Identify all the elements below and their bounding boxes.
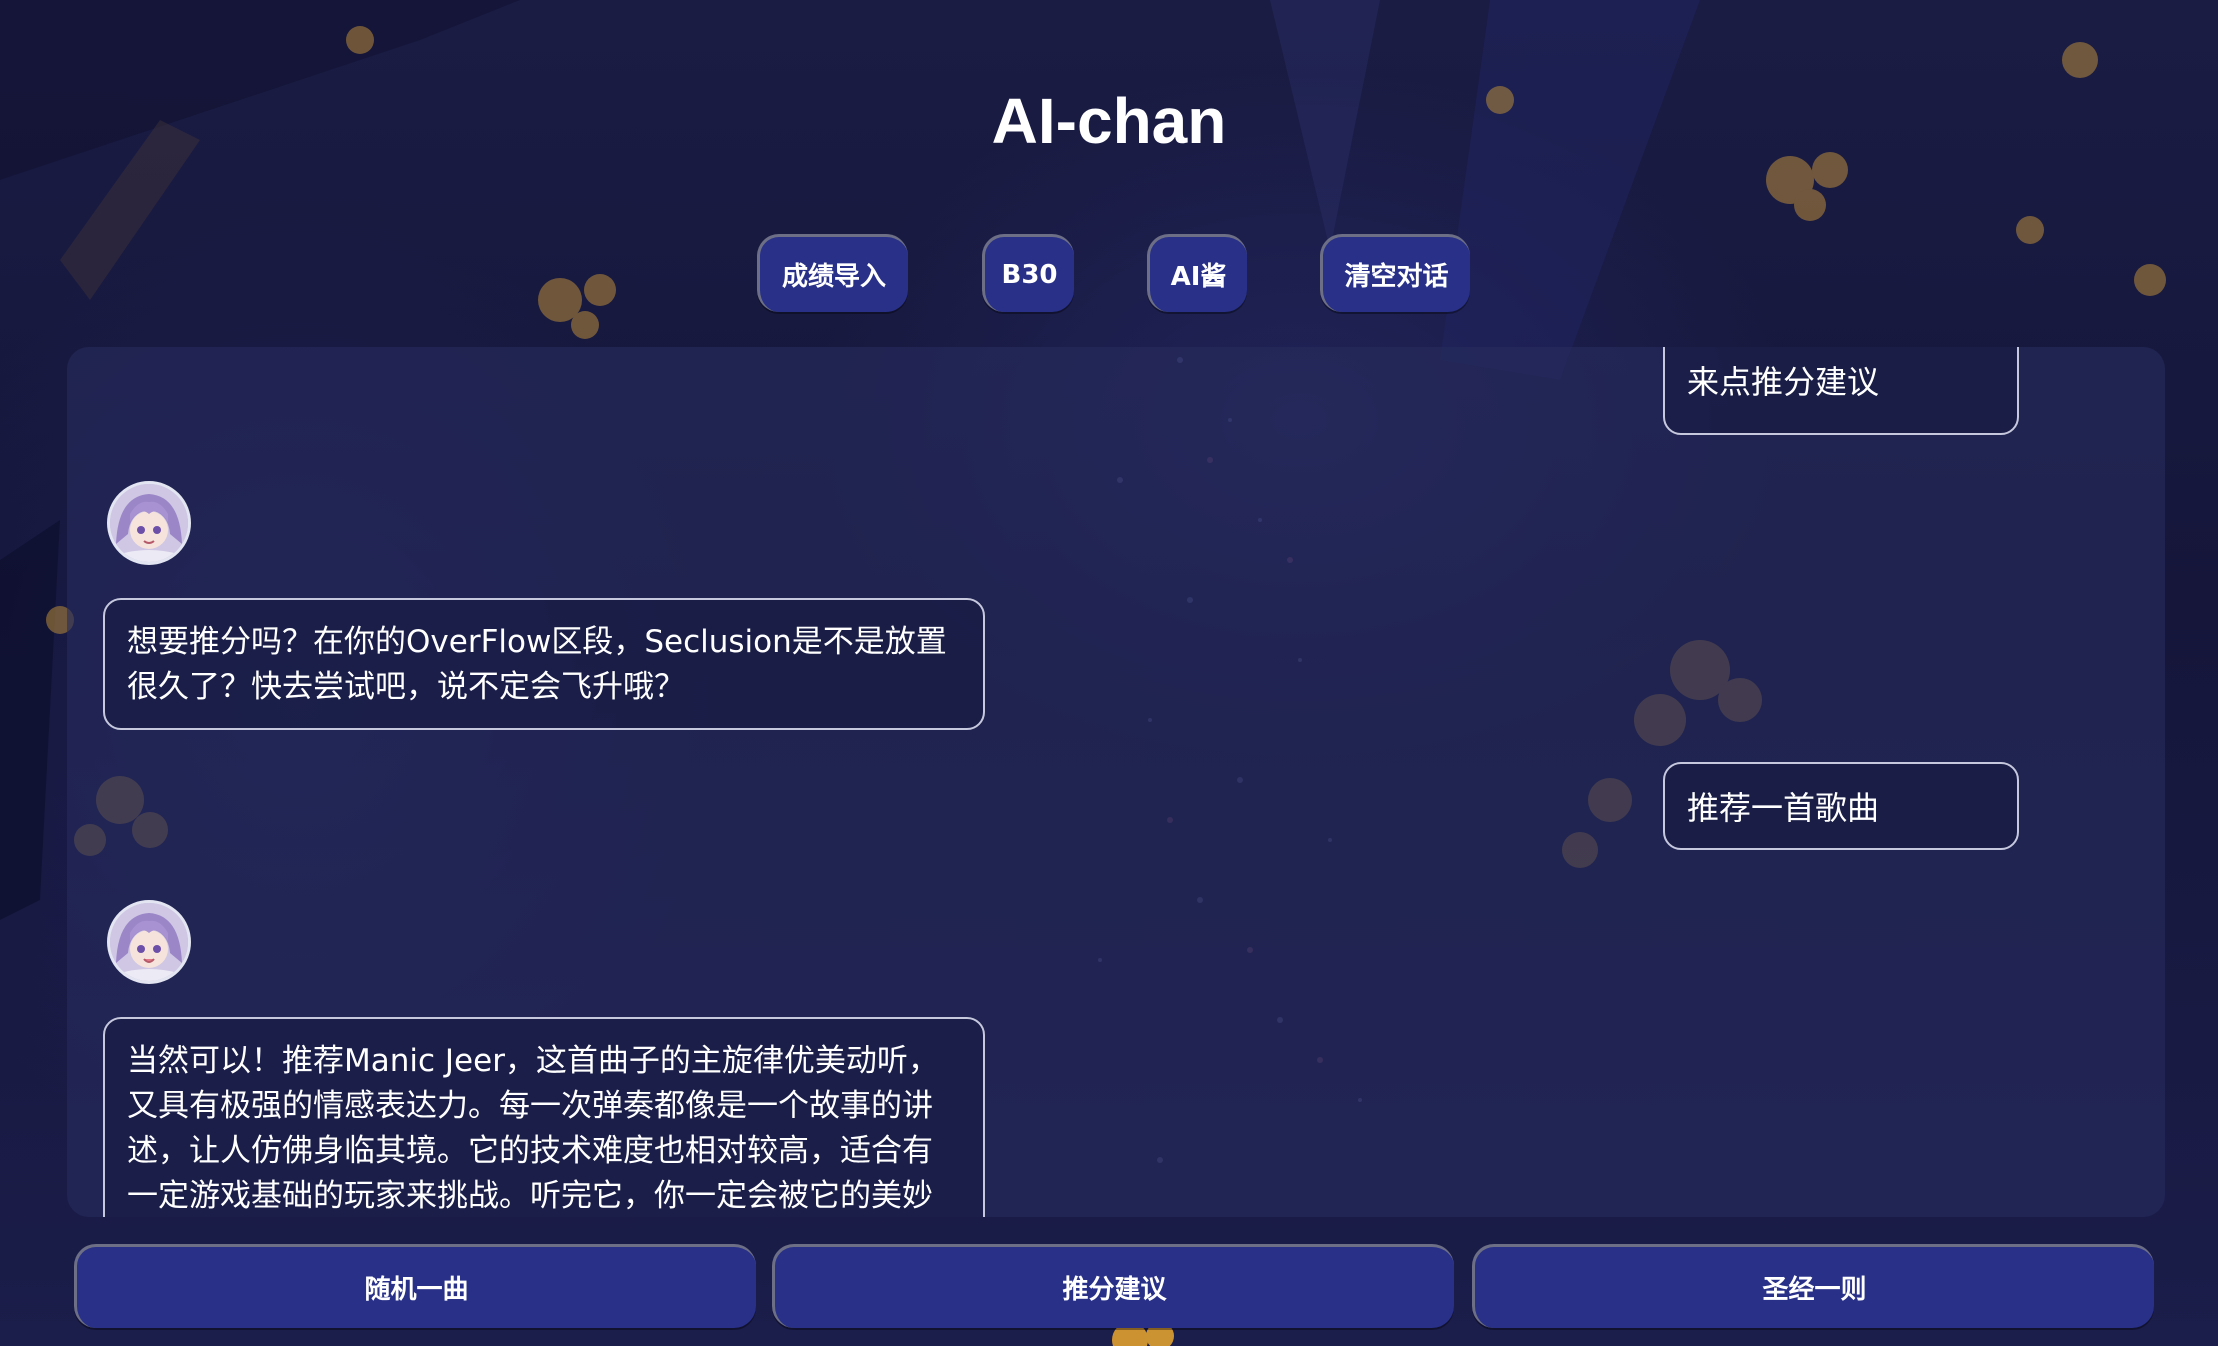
score-advice-button[interactable]: 推分建议 — [772, 1244, 1454, 1328]
bot-avatar-icon — [107, 481, 191, 565]
user-message: 推荐一首歌曲 — [1663, 762, 2019, 850]
bot-message: 当然可以！推荐Manic Jeer，这首曲子的主旋律优美动听，又具有极强的情感表… — [103, 1017, 985, 1217]
app-title: AI-chan — [991, 85, 1227, 157]
chat-panel[interactable]: 来点推分建议 想要推分吗？在你的OverFlow区段，Seclusion是不是放… — [67, 347, 2165, 1217]
bible-quote-button[interactable]: 圣经一则 — [1472, 1244, 2154, 1328]
ai-chan-button[interactable]: AI酱 — [1147, 234, 1247, 312]
clear-chat-button[interactable]: 清空对话 — [1320, 234, 1470, 312]
user-message: 来点推分建议 — [1663, 347, 2019, 435]
bot-message: 想要推分吗？在你的OverFlow区段，Seclusion是不是放置很久了？快去… — [103, 598, 985, 730]
import-scores-button[interactable]: 成绩导入 — [757, 234, 908, 312]
bot-avatar-icon — [107, 900, 191, 984]
random-song-button[interactable]: 随机一曲 — [74, 1244, 756, 1328]
b30-button[interactable]: B30 — [982, 234, 1074, 312]
